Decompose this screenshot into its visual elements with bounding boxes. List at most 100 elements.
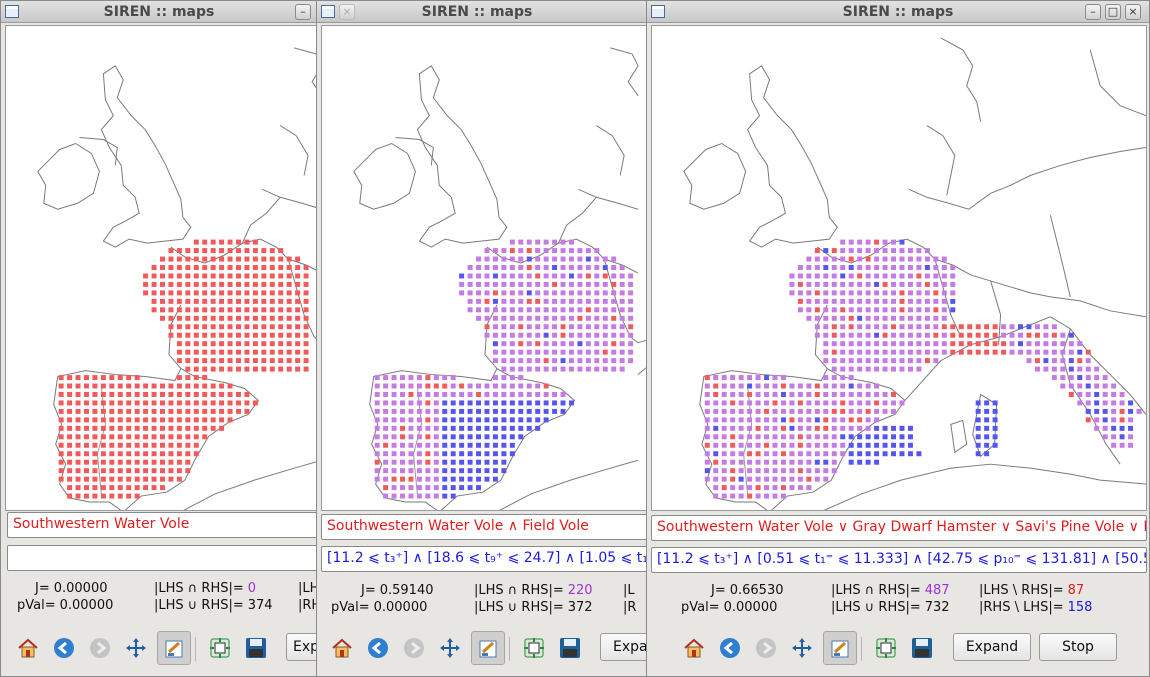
occurrence-cell xyxy=(134,425,140,431)
occurrence-cell xyxy=(501,281,507,287)
occurrence-cell xyxy=(806,408,812,414)
subplots-config-button[interactable] xyxy=(869,631,903,665)
pan-move-button[interactable] xyxy=(433,631,467,665)
occurrence-cell xyxy=(433,451,439,457)
occurrence-cell xyxy=(916,451,922,457)
occurrence-cell xyxy=(408,493,414,499)
map-canvas[interactable] xyxy=(651,25,1147,511)
occurrence-cell xyxy=(185,341,191,347)
occurrence-cell xyxy=(269,307,275,313)
save-floppy-button[interactable] xyxy=(553,631,587,665)
occurrence-cell xyxy=(526,324,532,330)
title-bar[interactable]: × SIREN :: maps xyxy=(317,1,647,23)
forward-arrow-button[interactable] xyxy=(397,631,431,665)
close-icon[interactable]: × xyxy=(1125,4,1141,20)
occurrence-cell xyxy=(814,468,820,474)
lhs-query-field[interactable]: Southwestern Water Vole ∧ Field Vole xyxy=(321,514,647,540)
expand-button[interactable]: Expand xyxy=(286,633,317,661)
occurrence-cell xyxy=(882,307,888,313)
occurrence-cell xyxy=(899,290,905,296)
zoom-rect-button[interactable] xyxy=(823,631,857,665)
title-bar[interactable]: SIREN :: maps – □ × xyxy=(647,1,1149,23)
pan-move-button[interactable] xyxy=(785,631,819,665)
occurrence-cell xyxy=(383,493,389,499)
occurrence-cell xyxy=(704,434,710,440)
occurrence-cell xyxy=(202,383,208,389)
occurrence-cell xyxy=(924,265,930,270)
occurrence-cell xyxy=(252,248,258,254)
occurrence-cell xyxy=(552,248,558,254)
occurrence-cell xyxy=(374,451,380,457)
subplots-config-button[interactable] xyxy=(203,631,237,665)
occurrence-cell xyxy=(492,324,498,330)
occurrence-cell xyxy=(535,400,541,406)
occurrence-cell xyxy=(450,493,456,499)
occurrence-cell xyxy=(543,408,549,414)
map-canvas[interactable] xyxy=(5,25,317,511)
occurrence-cell xyxy=(543,315,549,321)
occurrence-cell xyxy=(117,417,123,423)
minimize-icon[interactable]: – xyxy=(1085,4,1101,20)
occurrence-cell xyxy=(814,324,820,330)
subplots-config-button[interactable] xyxy=(517,631,551,665)
forward-arrow-button[interactable] xyxy=(83,631,117,665)
occurrence-cell xyxy=(1094,366,1100,372)
occurrence-cell xyxy=(151,281,157,287)
occurrence-cell xyxy=(823,417,829,423)
expand-button[interactable]: Expand xyxy=(953,633,1031,661)
occurrence-cell xyxy=(1128,434,1134,440)
lhs-query-field[interactable]: Southwestern Water Vole ∨ Gray Dwarf Ham… xyxy=(651,515,1147,541)
map-canvas[interactable] xyxy=(321,25,647,511)
back-arrow-button[interactable] xyxy=(361,631,395,665)
pan-move-icon xyxy=(440,638,460,658)
occurrence-cell xyxy=(899,265,905,270)
lhs-query-field[interactable]: Southwestern Water Vole xyxy=(7,512,317,538)
home-button[interactable] xyxy=(677,631,711,665)
stop-button[interactable]: Stop xyxy=(1039,633,1117,661)
save-floppy-button[interactable] xyxy=(239,631,273,665)
pan-move-button[interactable] xyxy=(119,631,153,665)
occurrence-cell xyxy=(467,417,473,423)
title-bar[interactable]: SIREN :: maps – xyxy=(1,1,317,23)
forward-arrow-button[interactable] xyxy=(749,631,783,665)
occurrence-cell xyxy=(219,290,225,296)
occurrence-cell xyxy=(823,408,829,414)
maximize-icon[interactable]: □ xyxy=(1105,4,1121,20)
occurrence-cell xyxy=(730,476,736,482)
occurrence-cell xyxy=(219,324,225,330)
rhs-query-field[interactable]: [11.2 ⩽ t₃⁺] ∧ [18.6 ⩽ t₉⁺ ⩽ 24.7] ∧ [1.… xyxy=(321,546,647,572)
jaccard-stat: J= 0.00000 xyxy=(35,581,108,596)
occurrence-cell xyxy=(848,434,854,440)
zoom-rect-button[interactable] xyxy=(157,631,191,665)
minimize-icon[interactable]: – xyxy=(295,4,311,20)
occurrence-cell xyxy=(891,307,897,313)
occurrence-cell xyxy=(594,366,600,372)
rhs-query-field[interactable] xyxy=(7,545,317,571)
occurrence-cell xyxy=(75,442,81,448)
occurrence-cell xyxy=(560,332,566,338)
save-floppy-button[interactable] xyxy=(905,631,939,665)
occurrence-cell xyxy=(552,290,558,296)
occurrence-cell xyxy=(882,239,888,245)
occurrence-cell xyxy=(1068,375,1074,381)
occurrence-cell xyxy=(560,273,566,279)
occurrence-cell xyxy=(814,273,820,279)
occurrence-cell xyxy=(219,281,225,287)
occurrence-cell xyxy=(286,281,292,287)
occurrence-cell xyxy=(476,256,482,262)
occurrence-cell xyxy=(916,341,922,347)
back-arrow-button[interactable] xyxy=(713,631,747,665)
occurrence-cell xyxy=(933,281,939,287)
home-button[interactable] xyxy=(11,631,45,665)
home-button[interactable] xyxy=(325,631,359,665)
occurrence-cell xyxy=(202,273,208,279)
back-arrow-button[interactable] xyxy=(47,631,81,665)
occurrence-cell xyxy=(857,408,863,414)
expand-button[interactable]: Expand xyxy=(600,633,647,661)
occurrence-cell xyxy=(467,281,473,287)
occurrence-cell xyxy=(552,239,558,245)
zoom-rect-button[interactable] xyxy=(471,631,505,665)
occurrence-cell xyxy=(425,425,431,431)
rhs-query-field[interactable]: [11.2 ⩽ t₃⁺] ∧ [0.51 ⩽ t₁⁼ ⩽ 11.333] ∧ [… xyxy=(651,547,1147,573)
occurrence-cell xyxy=(278,366,284,372)
